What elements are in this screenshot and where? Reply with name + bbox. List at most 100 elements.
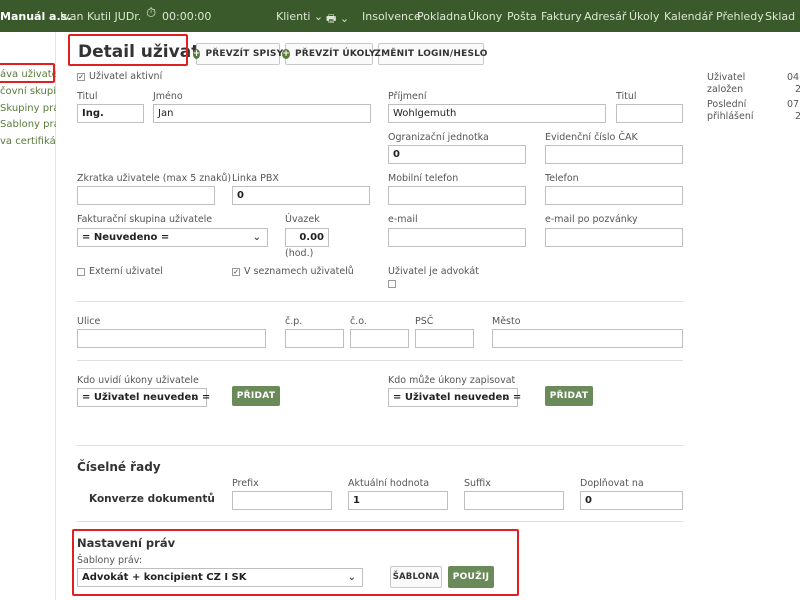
externi-checkbox[interactable]	[77, 268, 85, 276]
org-input[interactable]: 0	[388, 145, 526, 164]
sidebar-item-skupiny-prav[interactable]: Skupiny práv	[0, 103, 56, 114]
cp-input[interactable]	[285, 329, 344, 348]
stopwatch-icon[interactable]: ⏱	[146, 6, 156, 21]
psc-input[interactable]	[415, 329, 474, 348]
timer[interactable]: 00:00:00	[162, 10, 211, 23]
nav-sklad[interactable]: Sklad	[765, 10, 795, 23]
chevron-down-icon: ⌄	[252, 232, 261, 243]
aktivni-checkbox[interactable]: ✓	[77, 73, 85, 81]
ulice-input[interactable]	[77, 329, 266, 348]
nav-insolvence[interactable]: Insolvence	[362, 10, 421, 23]
uvazek-unit: (hod.)	[285, 248, 314, 259]
divider	[77, 360, 683, 361]
ulice-label: Ulice	[77, 316, 101, 327]
email-poz-label: e-mail po pozvánky	[545, 214, 638, 225]
chevron-down-icon: ⌄	[191, 392, 200, 403]
externi-label: Externí uživatel	[89, 266, 163, 277]
kdo-vidi-select[interactable]: = Uživatel neuveden = ⌄	[77, 388, 210, 407]
suffix-label: Suffix	[464, 478, 491, 489]
zkratka-label: Zkratka uživatele (max 5 znaků)	[77, 173, 232, 184]
posledni-label-2: přihlášení	[707, 111, 754, 122]
zmenit-login-button[interactable]: ZMĚNIT LOGIN/HESLO	[374, 43, 487, 65]
sidebar-item-pracovni-skupiny[interactable]: čovní skupiny	[0, 86, 56, 97]
cp-label: č.p.	[285, 316, 303, 327]
sidebar-item-sprava-certifikatu[interactable]: va certifikátů	[0, 136, 56, 147]
nav-faktury[interactable]: Faktury	[541, 10, 582, 23]
doplnovat-input[interactable]: 0	[580, 491, 683, 510]
advokat-label: Uživatel je advokát	[388, 266, 479, 277]
sidebar: áva uživatelů čovní skupiny Skupiny práv…	[0, 32, 56, 600]
email-poz-input[interactable]	[545, 228, 683, 247]
kdo-vidi-label: Kdo uvidí úkony uživatele	[77, 375, 199, 386]
nav-klienti[interactable]: Klienti ⌄	[276, 10, 323, 23]
nav-adresar[interactable]: Adresář	[584, 10, 626, 23]
nav-kalendar[interactable]: Kalendář	[664, 10, 713, 23]
pbx-input[interactable]: 0	[232, 186, 370, 205]
titul-za-label: Titul	[616, 91, 637, 102]
konverze-label: Konverze dokumentů	[89, 493, 215, 505]
jmeno-input[interactable]: Jan	[153, 104, 371, 123]
aktualni-label: Aktuální hodnota	[348, 478, 430, 489]
divider	[77, 301, 683, 302]
divider	[77, 521, 683, 522]
seznam-checkbox[interactable]: ✓	[232, 268, 240, 276]
highlight-prava	[72, 529, 519, 596]
doplnovat-label: Doplňovat na	[580, 478, 644, 489]
nav-ukoly[interactable]: Úkoly	[629, 10, 659, 23]
seznam-label: V seznamech uživatelů	[244, 266, 354, 277]
prevzit-spisy-button[interactable]: + PŘEVZÍT SPISY	[192, 43, 283, 65]
uvazek-input[interactable]: 0.00	[285, 228, 329, 247]
kdo-muze-pridat-button[interactable]: PŘIDAT	[545, 386, 593, 406]
nav-ukony[interactable]: Úkony	[468, 10, 502, 23]
kdo-muze-select[interactable]: = Uživatel neuveden = ⌄	[388, 388, 521, 407]
printer-icon[interactable]: 🖶 ⌄	[326, 10, 349, 29]
fakt-select[interactable]: = Neuvedeno = ⌄	[77, 228, 268, 247]
zkratka-input[interactable]	[77, 186, 215, 205]
posledni-label-1: Poslední	[707, 99, 747, 110]
pbx-label: Linka PBX	[232, 173, 279, 184]
prevzit-ukoly-button[interactable]: + PŘEVZÍT ÚKOLY	[282, 43, 376, 65]
zalozen-value-1: 04.	[787, 72, 800, 83]
jmeno-label: Jméno	[153, 91, 183, 102]
co-label: č.o.	[350, 316, 367, 327]
highlight-sidebar	[0, 63, 55, 83]
zalozen-label-2: založen	[707, 84, 744, 95]
sidebar-item-sablony-prav[interactable]: Šablony práv	[0, 119, 56, 130]
aktualni-input[interactable]: 1	[348, 491, 448, 510]
suffix-input[interactable]	[464, 491, 564, 510]
kdo-muze-label: Kdo může úkony zapisovat	[388, 375, 516, 386]
prefix-input[interactable]	[232, 491, 332, 510]
telefon-input[interactable]	[545, 186, 683, 205]
cak-label: Evidenční číslo ČAK	[545, 132, 638, 143]
titul-input[interactable]: Ing.	[77, 104, 144, 123]
user-name[interactable]: Ivan Kutil JUDr.	[60, 10, 141, 23]
prefix-label: Prefix	[232, 478, 259, 489]
psc-label: PSČ	[415, 316, 434, 327]
zalozen-value-2: 2	[795, 84, 800, 95]
titul-za-input[interactable]	[616, 104, 683, 123]
plus-icon: +	[282, 49, 290, 59]
nav-prehledy[interactable]: Přehledy	[716, 10, 764, 23]
plus-icon: +	[192, 49, 201, 59]
fakt-label: Fakturační skupina uživatele	[77, 214, 213, 225]
titul-label: Titul	[77, 91, 98, 102]
chevron-down-icon: ⌄	[502, 392, 511, 403]
email-input[interactable]	[388, 228, 526, 247]
nav-pokladna[interactable]: Pokladna	[417, 10, 467, 23]
prijmeni-label: Příjmení	[388, 91, 427, 102]
kdo-vidi-pridat-button[interactable]: PŘIDAT	[232, 386, 280, 406]
mobil-input[interactable]	[388, 186, 526, 205]
org-label: Ogranizační jednotka	[388, 132, 489, 143]
cak-input[interactable]	[545, 145, 683, 164]
co-input[interactable]	[350, 329, 409, 348]
prijmeni-input[interactable]: Wohlgemuth	[388, 104, 606, 123]
posledni-value-2: 2	[795, 111, 800, 122]
mesto-input[interactable]	[492, 329, 683, 348]
zalozen-label-1: Uživatel	[707, 72, 746, 83]
ciselne-title: Číselné řady	[77, 460, 161, 474]
advokat-checkbox[interactable]	[388, 280, 396, 288]
nav-posta[interactable]: Pošta	[507, 10, 537, 23]
top-bar: Manuál a.s. Ivan Kutil JUDr. ⏱ 00:00:00 …	[0, 0, 800, 32]
aktivni-label: Uživatel aktivní	[89, 71, 163, 82]
mesto-label: Město	[492, 316, 521, 327]
